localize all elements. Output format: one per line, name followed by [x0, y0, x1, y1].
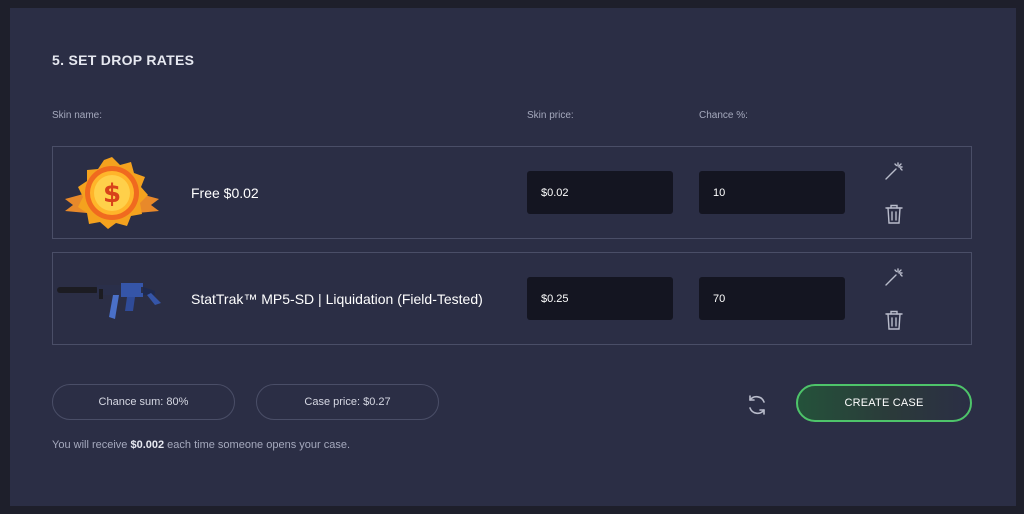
trash-icon[interactable] — [882, 308, 906, 332]
earnings-note: You will receive $0.002 each time someon… — [52, 439, 350, 451]
refresh-icon[interactable] — [744, 392, 770, 418]
skin-name: Free $0.02 — [191, 184, 259, 201]
note-prefix: You will receive — [52, 439, 131, 451]
chance-input[interactable]: 10 — [699, 171, 845, 214]
section-title: 5. SET DROP RATES — [52, 52, 195, 68]
mp5-sd-weapon-icon — [57, 261, 167, 337]
trash-icon[interactable] — [882, 202, 906, 226]
column-label-skin-name: Skin name: — [52, 110, 103, 121]
note-suffix: each time someone opens your case. — [164, 439, 351, 451]
gold-dollar-badge-icon: $ — [57, 155, 167, 231]
magic-wand-icon[interactable] — [882, 159, 906, 183]
svg-text:$: $ — [103, 179, 121, 209]
skin-row: $ Free $0.02 $0.02 10 — [52, 146, 972, 239]
chance-sum-badge: Chance sum: 80% — [52, 384, 235, 420]
skin-price-input[interactable]: $0.02 — [527, 171, 673, 214]
skin-row: StatTrak™ MP5-SD | Liquidation (Field-Te… — [52, 252, 972, 345]
case-price-badge: Case price: $0.27 — [256, 384, 439, 420]
create-case-button[interactable]: CREATE CASE — [796, 384, 972, 422]
chance-input[interactable]: 70 — [699, 277, 845, 320]
skin-name: StatTrak™ MP5-SD | Liquidation (Field-Te… — [191, 290, 483, 307]
note-amount: $0.002 — [130, 439, 165, 451]
drop-rates-panel: 5. SET DROP RATES Skin name: Skin price:… — [10, 8, 1016, 506]
magic-wand-icon[interactable] — [882, 265, 906, 289]
column-label-chance: Chance %: — [699, 110, 748, 121]
column-label-skin-price: Skin price: — [527, 110, 574, 121]
skin-price-input[interactable]: $0.25 — [527, 277, 673, 320]
